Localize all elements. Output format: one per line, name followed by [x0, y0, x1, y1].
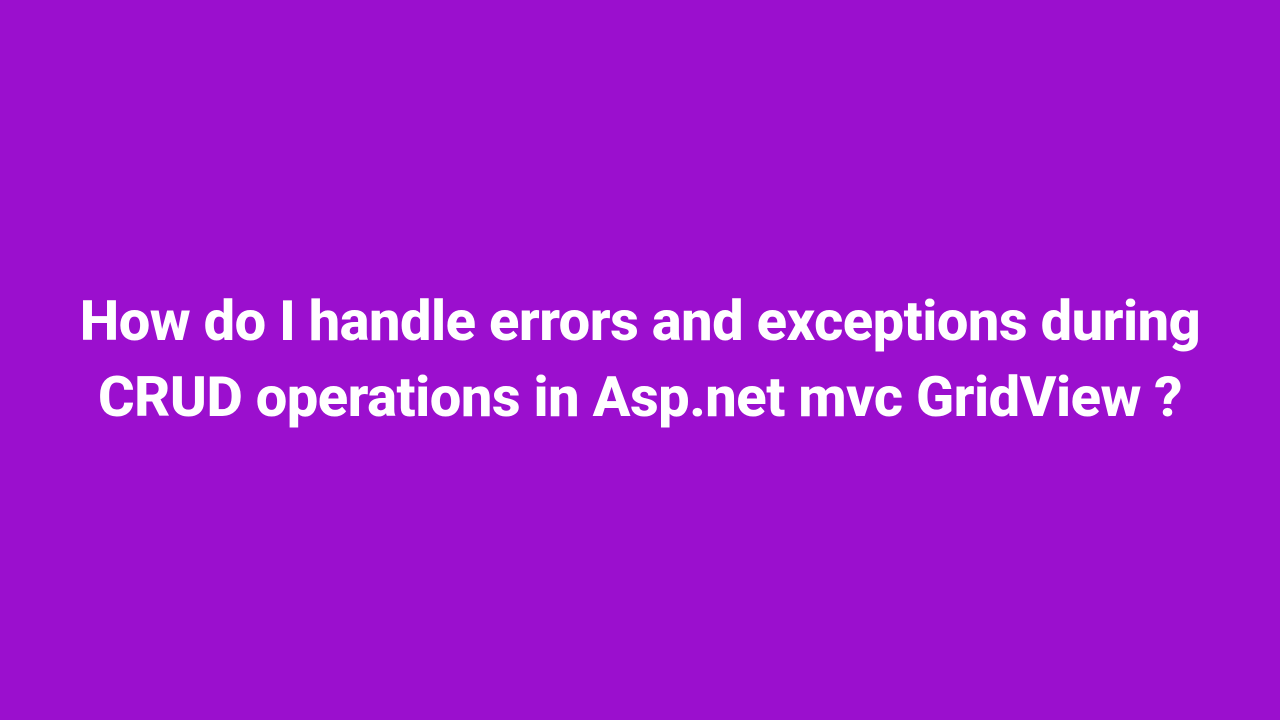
- page-title: How do I handle errors and exceptions du…: [0, 284, 1280, 435]
